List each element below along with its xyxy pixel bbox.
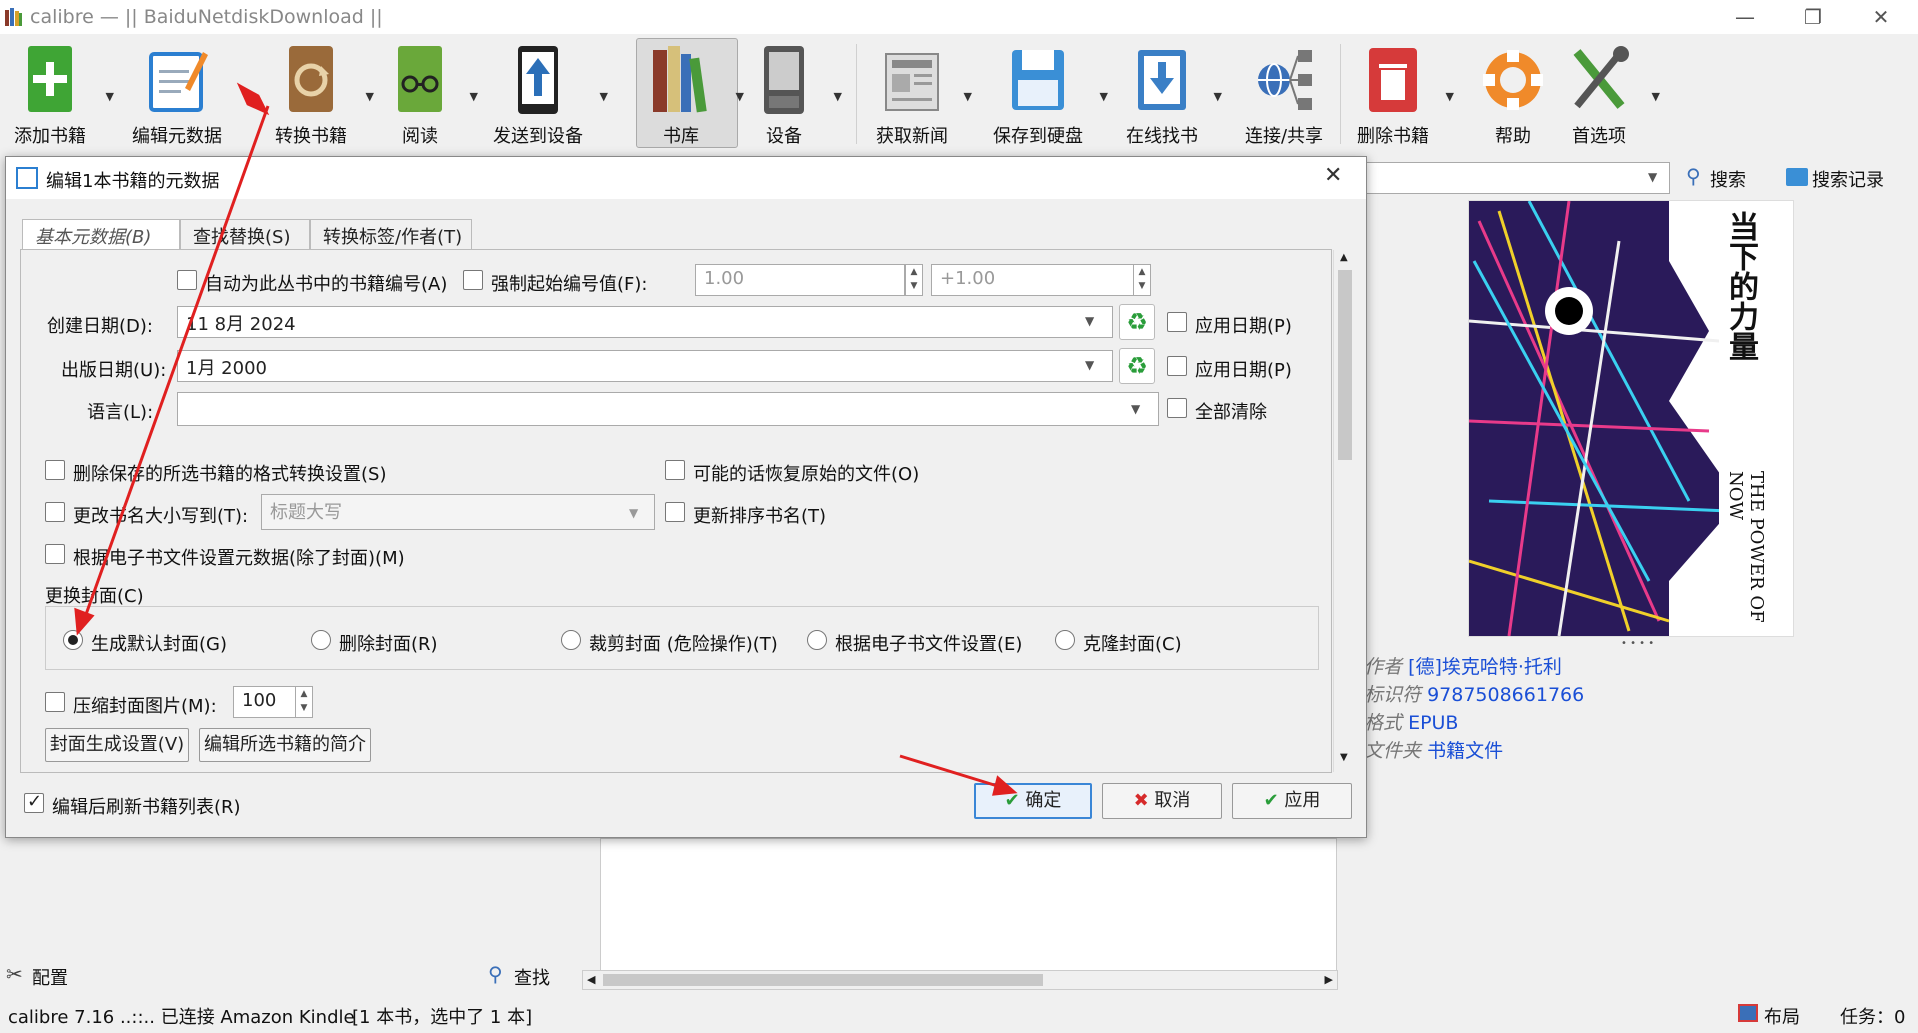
annotation-arrows bbox=[74, 82, 1018, 796]
